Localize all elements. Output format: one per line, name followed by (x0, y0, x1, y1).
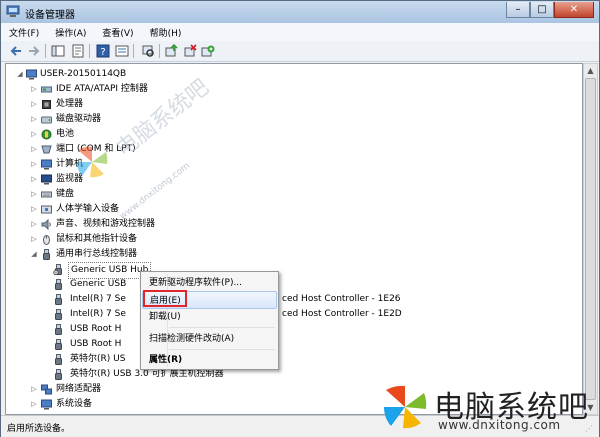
menu-properties[interactable]: 属性(R) (142, 351, 277, 369)
context-menu: 更新驱动程序软件(P)... 启用(E) 卸载(U) 扫描检测硬件改动(A) 属… (140, 271, 279, 370)
update-driver-icon[interactable] (164, 44, 178, 58)
usb-icon (43, 249, 50, 260)
window-buttons: – □ ✕ (506, 2, 594, 20)
status-text: 启用所选设备。 (7, 424, 71, 434)
device-manager-window: 设备管理器 – □ ✕ 文件(F) 操作(A) 查看(V) 帮助(H) ? ◢ (0, 0, 600, 437)
window-title: 设备管理器 (25, 10, 75, 21)
brand-url: www.dnxitong.com (438, 418, 561, 432)
usb-device-disabled-icon (53, 264, 62, 275)
tree-item[interactable]: ▷ IDE ATA/ATAPI 控制器 (6, 82, 576, 97)
system-device-icon (41, 399, 52, 410)
usb-child[interactable]: USB Root H (6, 337, 576, 352)
usb-device-icon (55, 354, 62, 365)
view-icon[interactable] (115, 44, 129, 58)
menu-scan-hardware[interactable]: 扫描检测硬件改动(A) (142, 330, 277, 348)
usb-device-icon (55, 279, 62, 290)
menu-file[interactable]: 文件(F) (9, 26, 39, 39)
enable-device-icon[interactable] (201, 44, 215, 58)
svg-text:?: ? (100, 47, 105, 58)
back-icon[interactable] (9, 44, 23, 58)
forward-icon[interactable] (27, 44, 41, 58)
device-manager-icon (6, 5, 20, 17)
properties-icon[interactable] (71, 44, 85, 58)
brand-logo-icon (384, 385, 427, 429)
monitor-icon (41, 174, 52, 185)
menu-action[interactable]: 操作(A) (55, 26, 86, 39)
usb-device-icon (55, 294, 62, 305)
computer-icon (26, 69, 37, 80)
tree-root[interactable]: ◢ USER-20150114QB (6, 67, 576, 82)
usb-device-icon (55, 324, 62, 335)
scroll-up-arrow-icon[interactable]: ▲ (586, 66, 595, 75)
highlight-box (143, 290, 187, 307)
scroll-thumb[interactable] (585, 78, 596, 400)
minimize-button[interactable]: – (506, 2, 530, 18)
watermark-logo-icon (77, 146, 108, 178)
disk-drive-icon (41, 116, 52, 124)
tree-item[interactable]: ◢ 通用串行总线控制器 (6, 247, 576, 262)
usb-device-icon (55, 369, 62, 380)
tree-root-label: USER-20150114QB (40, 69, 127, 79)
usb-child[interactable]: 英特尔(R) US (6, 352, 576, 367)
tree-item[interactable]: ▷ 鼠标和其他指针设备 (6, 232, 576, 247)
tree-item[interactable]: ▷ 电池 (6, 127, 576, 142)
menu-view[interactable]: 查看(V) (102, 26, 133, 39)
usb-child[interactable]: Intel(R) 7 Se ced Host Controller - 1E2D (6, 307, 576, 322)
sound-icon (41, 219, 51, 230)
usb-child[interactable]: Generic USB (6, 277, 576, 292)
menu-help[interactable]: 帮助(H) (150, 26, 182, 39)
uninstall-icon[interactable] (183, 44, 197, 58)
port-icon (41, 145, 52, 154)
tree-item[interactable]: ▷ 处理器 (6, 97, 576, 112)
usb-device-icon (55, 309, 62, 320)
title-bar: 设备管理器 – □ ✕ (1, 1, 599, 23)
vertical-scrollbar[interactable]: ▲ ▼ (583, 63, 598, 415)
close-button[interactable]: ✕ (554, 2, 594, 18)
brand-overlay: 电脑系统吧 www.dnxitong.com (380, 376, 600, 437)
menu-bar: 文件(F) 操作(A) 查看(V) 帮助(H) (1, 23, 599, 41)
mouse-icon (43, 235, 50, 245)
scan-hardware-icon[interactable] (141, 44, 155, 58)
network-adapter-icon (41, 384, 52, 395)
collapse-arrow-icon: ◢ (31, 250, 37, 258)
maximize-button[interactable]: □ (530, 2, 554, 18)
usb-child-selected[interactable]: Generic USB Hub (6, 262, 576, 279)
usb-child[interactable]: USB Root H (6, 322, 576, 337)
menu-uninstall[interactable]: 卸载(U) (142, 308, 277, 326)
processor-icon (42, 100, 51, 109)
tree-item[interactable]: ▷ 磁盘驱动器 (6, 112, 576, 127)
show-hide-tree-icon[interactable] (51, 44, 65, 58)
usb-child[interactable]: Intel(R) 7 Se ced Host Controller - 1E26 (6, 292, 576, 307)
hid-icon (41, 205, 52, 214)
tree-item[interactable]: ▷ 声音、视频和游戏控制器 (6, 217, 576, 232)
ide-controller-icon (41, 86, 52, 93)
usb-device-icon (55, 339, 62, 350)
computer-icon (41, 159, 52, 170)
tree-item[interactable]: ▷ 人体学输入设备 (6, 202, 576, 217)
toolbar: ? (1, 41, 599, 62)
battery-icon (41, 129, 52, 140)
device-tree[interactable]: ◢ USER-20150114QB ▷ IDE ATA/ATAPI 控制器 ▷ … (5, 63, 583, 415)
help-icon[interactable]: ? (96, 44, 110, 58)
keyboard-icon (41, 191, 52, 198)
tree-item[interactable]: ▷ 键盘 (6, 187, 576, 202)
collapse-arrow-icon[interactable]: ◢ (16, 67, 24, 82)
